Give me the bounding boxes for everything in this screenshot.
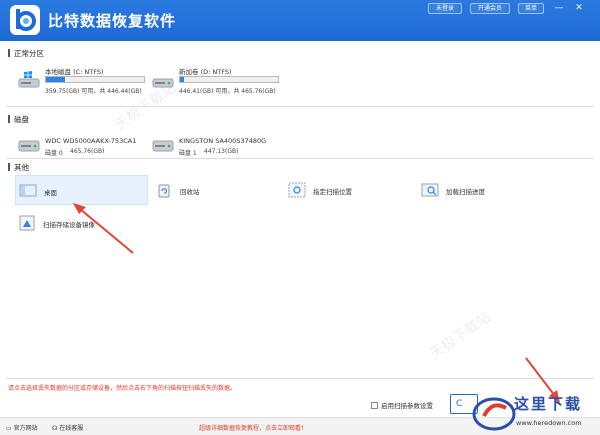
arrow-line: [79, 208, 134, 254]
annotation-arrows: [73, 203, 560, 403]
brand-url: www.heredown.com: [516, 419, 582, 427]
brand-name: 这里下载: [514, 395, 583, 413]
